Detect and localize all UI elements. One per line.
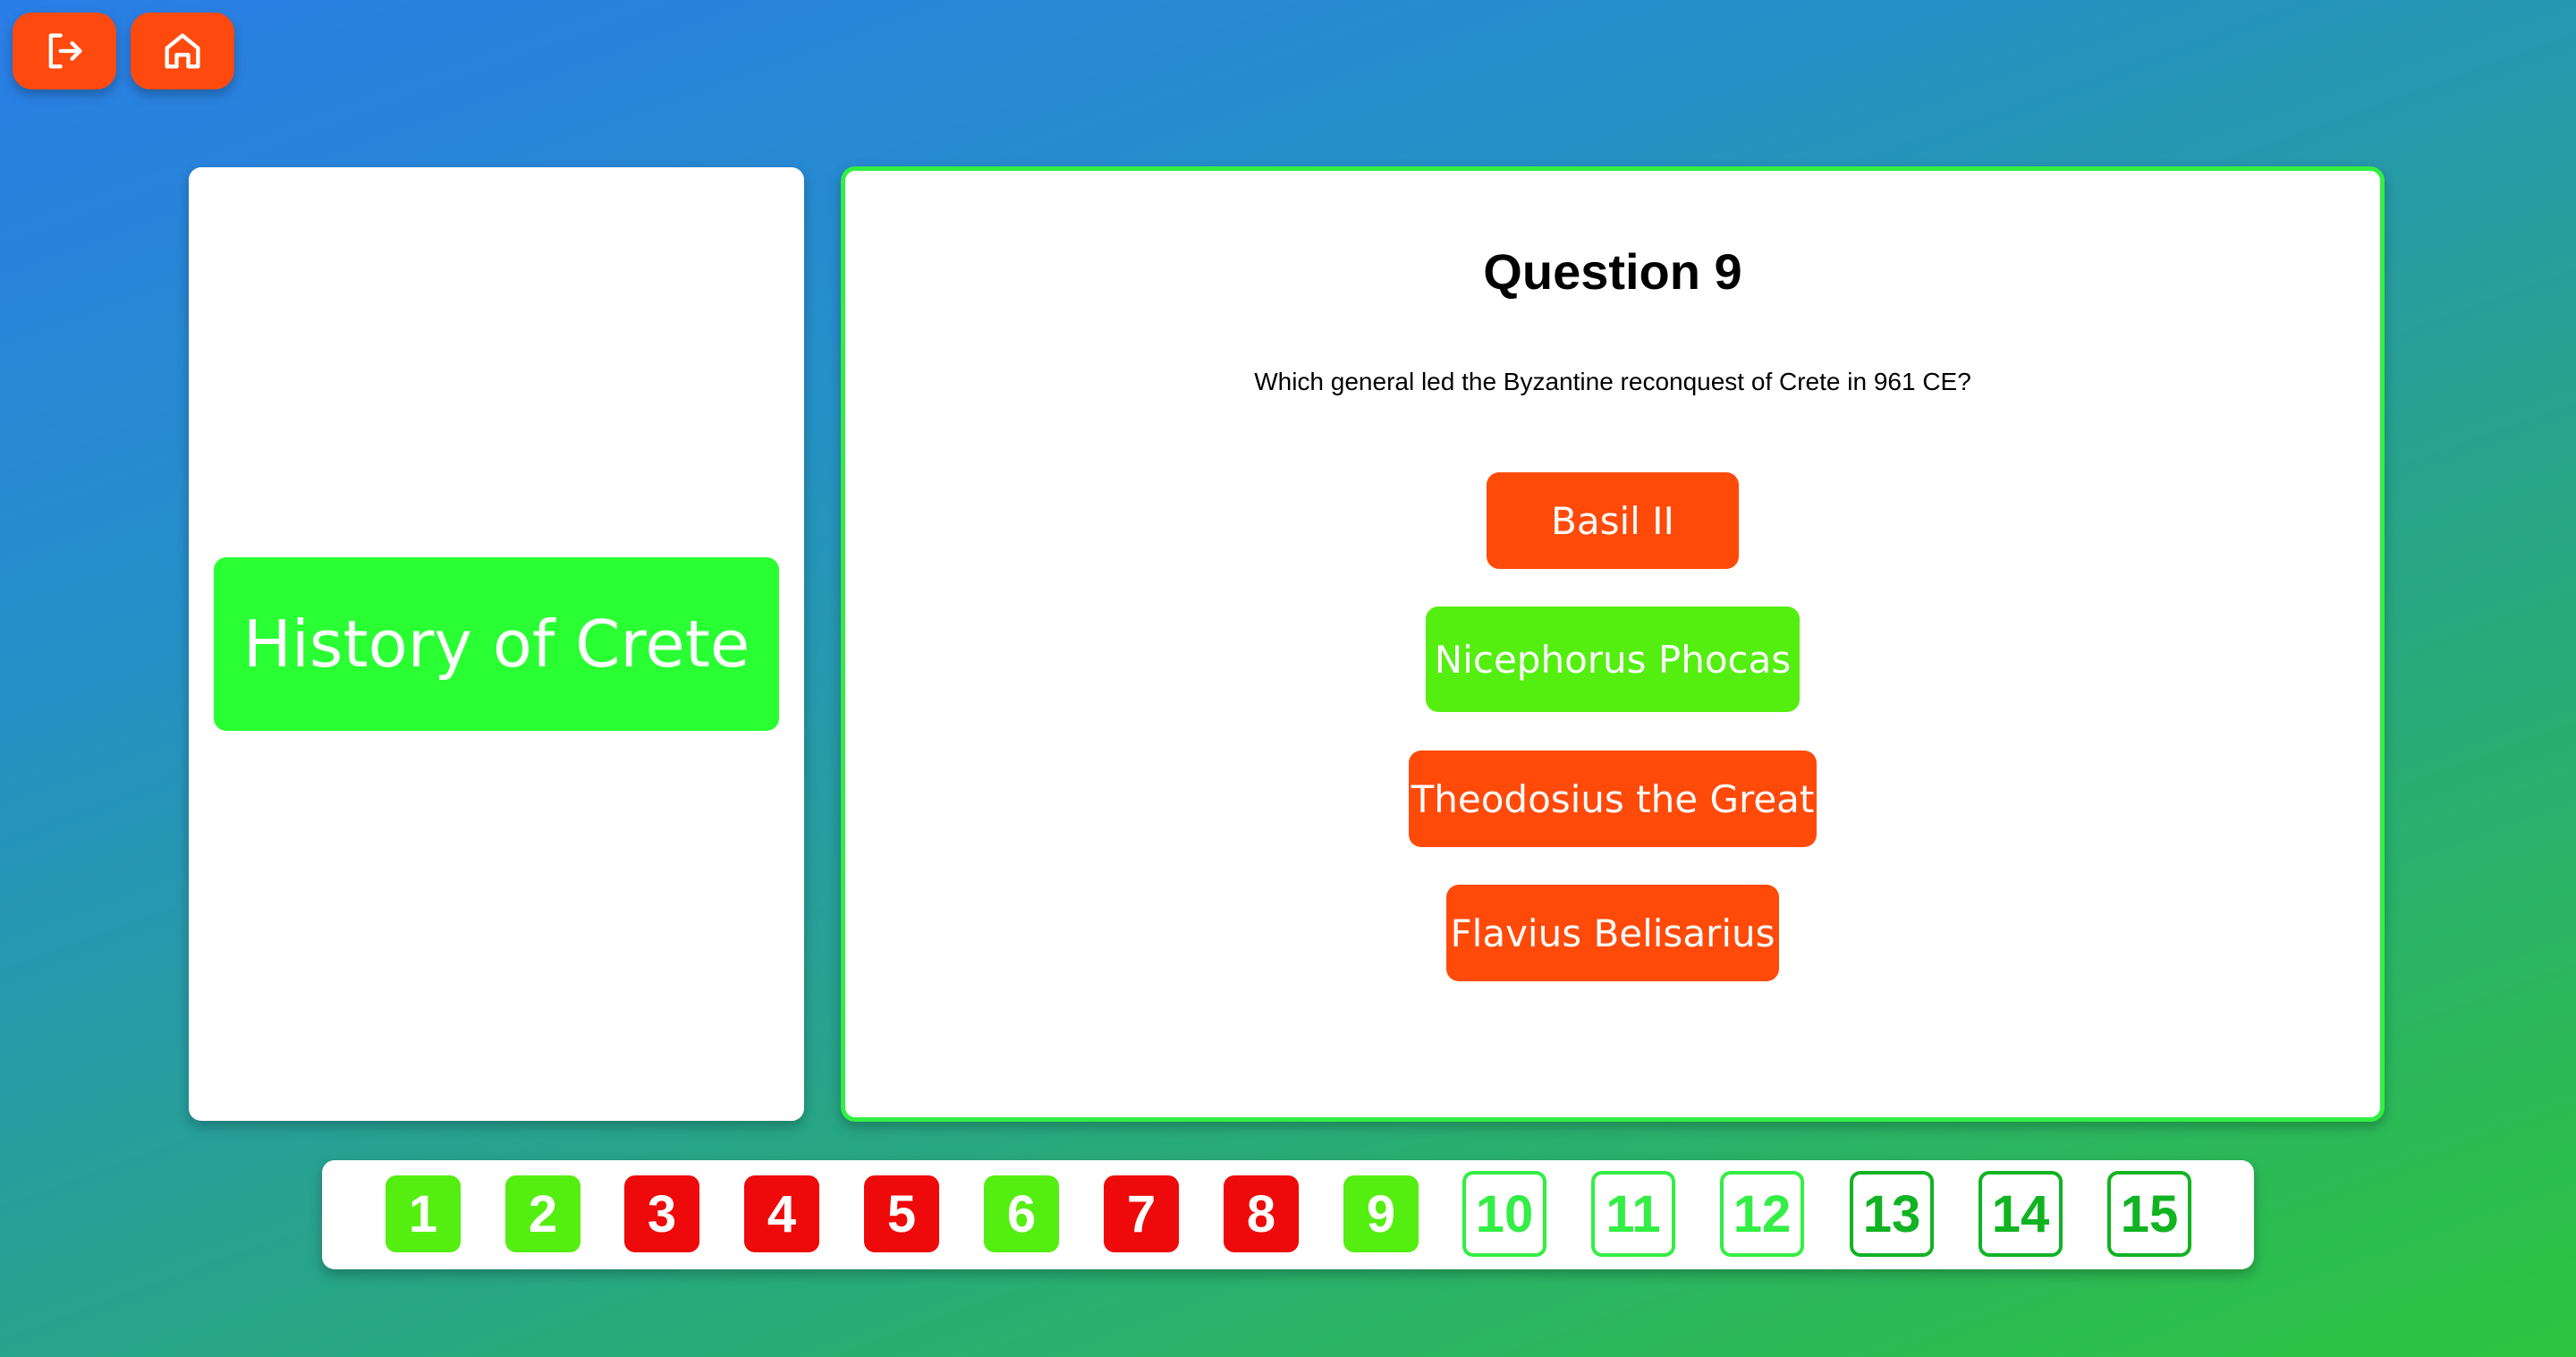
question-nav-8[interactable]: 8	[1224, 1175, 1299, 1252]
question-nav-5[interactable]: 5	[864, 1175, 939, 1252]
exit-button[interactable]	[13, 13, 116, 89]
home-button[interactable]	[131, 13, 234, 89]
answer-option-3[interactable]: Theodosius the Great	[1409, 751, 1817, 847]
question-nav-13[interactable]: 13	[1850, 1171, 1934, 1257]
question-nav-14[interactable]: 14	[1979, 1171, 2063, 1257]
question-nav-9[interactable]: 9	[1343, 1175, 1419, 1252]
question-nav-15[interactable]: 15	[2107, 1171, 2191, 1257]
question-nav-12[interactable]: 12	[1720, 1171, 1804, 1257]
question-nav-4[interactable]: 4	[744, 1175, 819, 1252]
logout-icon	[48, 33, 82, 69]
question-nav-10[interactable]: 10	[1462, 1171, 1546, 1257]
question-nav-3[interactable]: 3	[624, 1175, 699, 1252]
question-nav-6[interactable]: 6	[984, 1175, 1059, 1252]
question-text: Which general led the Byzantine reconque…	[1254, 368, 1971, 395]
answer-option-4[interactable]: Flavius Belisarius	[1446, 885, 1779, 981]
question-nav-2[interactable]: 2	[505, 1175, 580, 1252]
topic-card: History of Crete	[189, 167, 804, 1121]
question-nav-7[interactable]: 7	[1104, 1175, 1179, 1252]
question-nav-11[interactable]: 11	[1591, 1171, 1675, 1257]
topic-title: History of Crete	[214, 557, 779, 731]
question-card: Question 9 Which general led the Byzanti…	[841, 166, 2385, 1122]
home-icon	[165, 33, 200, 69]
question-navigator: 1 2 3 4 5 6 7 8 9 10 11 12 13 14 15	[322, 1160, 2254, 1269]
question-title: Question 9	[1483, 243, 1742, 300]
answer-option-1[interactable]: Basil II	[1487, 472, 1739, 569]
question-nav-1[interactable]: 1	[386, 1175, 461, 1252]
answer-option-2[interactable]: Nicephorus Phocas	[1426, 606, 1800, 712]
